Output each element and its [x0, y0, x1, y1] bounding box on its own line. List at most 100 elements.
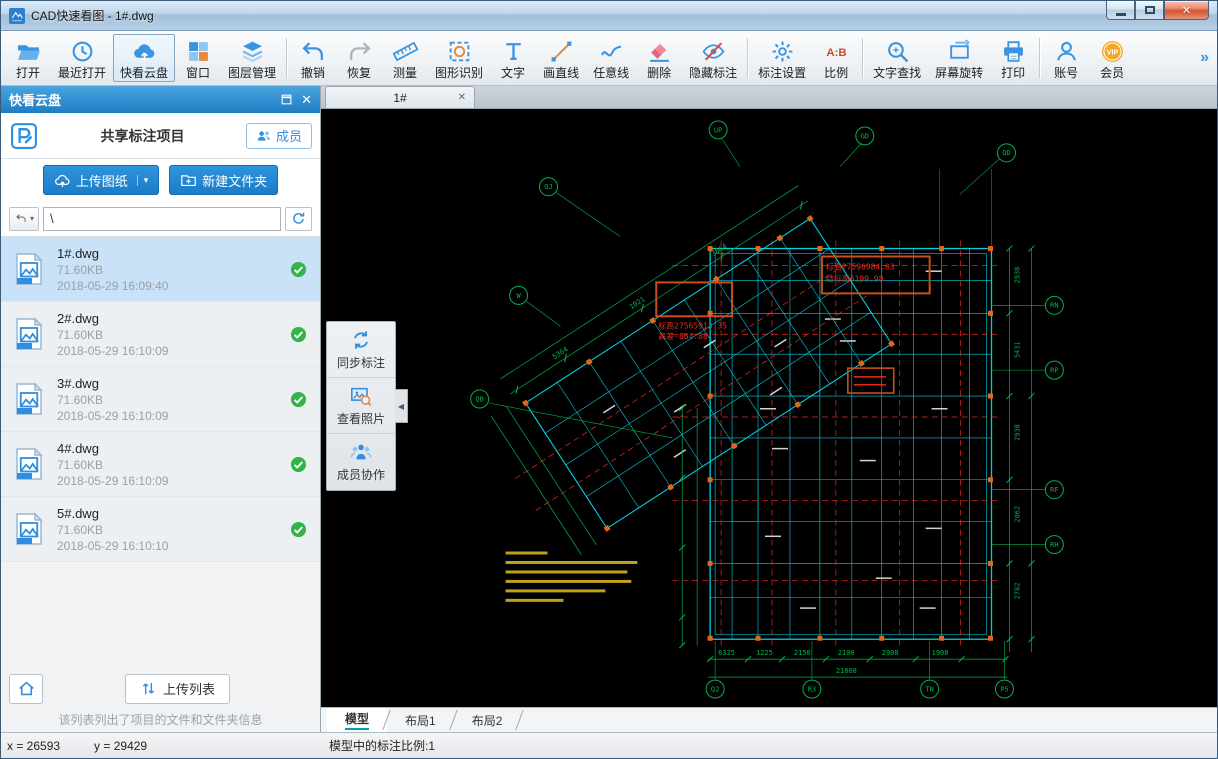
file-item[interactable]: 2#.dwg71.60KB2018-05-29 16:10:09	[1, 302, 320, 367]
drawing-canvas[interactable]: 53641021366429385431293820622782RNRPRFRH…	[321, 109, 1217, 707]
members-button[interactable]: 成员	[246, 123, 312, 149]
file-item[interactable]: 3#.dwg71.60KB2018-05-29 16:10:09	[1, 367, 320, 432]
svg-text:2782: 2782	[1013, 583, 1021, 600]
float-panel-collapse-button[interactable]: ◀	[395, 389, 408, 423]
dwg-file-icon	[11, 446, 47, 482]
toolbar-search-button[interactable]: 文字查找	[866, 34, 928, 82]
svg-text:5431: 5431	[1013, 341, 1021, 358]
file-item[interactable]: 4#.dwg71.60KB2018-05-29 16:10:09	[1, 432, 320, 497]
toolbar-window-button[interactable]: 窗口	[175, 34, 221, 82]
file-info: 5#.dwg71.60KB2018-05-29 16:10:10	[57, 506, 289, 553]
project-title: 共享标注项目	[39, 126, 246, 146]
project-row: 共享标注项目 成员	[1, 113, 320, 159]
upload-list-icon	[140, 680, 157, 697]
cloud-panel-title: 快看云盘	[9, 90, 61, 109]
svg-text:QD: QD	[1002, 149, 1010, 157]
float-photo-button[interactable]: 查看照片	[327, 378, 395, 434]
toolbar-freeline-button[interactable]: 任意线	[586, 34, 636, 82]
minimize-icon	[1116, 13, 1126, 16]
cad-drawing[interactable]: 53641021366429385431293820622782RNRPRFRH…	[321, 109, 1217, 707]
file-item[interactable]: 1#.dwg71.60KB2018-05-29 16:09:40	[1, 237, 320, 302]
toolbar-cloud-button[interactable]: 快看云盘	[113, 34, 175, 82]
toolbar-rotate-button[interactable]: 屏幕旋转	[928, 34, 990, 82]
file-list: 1#.dwg71.60KB2018-05-29 16:09:40 2#.dwg71…	[1, 237, 320, 562]
float-collab-button[interactable]: 成员协作	[327, 434, 395, 490]
doc-tab-1[interactable]: 1# ✕	[325, 86, 475, 108]
toolbar-layers-button[interactable]: 图层管理	[221, 34, 283, 82]
toolbar-undo-button[interactable]: 撤销	[290, 34, 336, 82]
toolbar-measure-button[interactable]: 测量	[382, 34, 428, 82]
file-info: 2#.dwg71.60KB2018-05-29 16:10:09	[57, 311, 289, 358]
svg-text:Q2: Q2	[711, 685, 719, 693]
panel-float-button[interactable]	[280, 93, 293, 106]
members-icon	[256, 128, 272, 144]
toolbar-print-button[interactable]: 打印	[990, 34, 1036, 82]
panel-close-button[interactable]: ✕	[301, 93, 312, 106]
path-input[interactable]	[43, 207, 281, 231]
svg-text:结标高6199.98: 结标高6199.98	[826, 273, 884, 283]
toolbar-label: 文字查找	[873, 67, 921, 79]
content: 快看云盘 ✕ 共享标注项目 成员 上传图纸 ▾	[1, 86, 1217, 732]
file-info: 1#.dwg71.60KB2018-05-29 16:09:40	[57, 246, 289, 293]
file-size: 71.60KB	[57, 458, 289, 472]
svg-text:2100: 2100	[838, 649, 855, 657]
file-size: 71.60KB	[57, 393, 289, 407]
float-item-label: 成员协作	[337, 466, 385, 483]
toolbar-account-button[interactable]: 账号	[1043, 34, 1089, 82]
path-row: ▾	[1, 201, 320, 237]
toolbar-erase-button[interactable]: 删除	[636, 34, 682, 82]
account-icon	[1054, 38, 1079, 64]
back-button[interactable]: ▾	[9, 207, 39, 231]
float-item-label: 同步标注	[337, 354, 385, 371]
new-folder-button[interactable]: 新建文件夹	[169, 165, 278, 195]
toolbar-recent-button[interactable]: 最近打开	[51, 34, 113, 82]
svg-text:1021: 1021	[628, 295, 646, 311]
toolbar-label: 会员	[1100, 67, 1124, 79]
file-item[interactable]: 5#.dwg71.60KB2018-05-29 16:10:10	[1, 497, 320, 562]
upload-drawing-button[interactable]: 上传图纸 ▾	[43, 165, 160, 195]
file-size: 71.60KB	[57, 328, 289, 342]
undo-icon	[301, 38, 326, 64]
doc-tab-close-icon[interactable]: ✕	[458, 92, 466, 103]
minimize-button[interactable]	[1106, 1, 1135, 20]
svg-text:RP: RP	[1050, 367, 1058, 375]
upload-list-button[interactable]: 上传列表	[125, 674, 230, 704]
refresh-button[interactable]	[285, 207, 312, 231]
layout-tab-layout1[interactable]: 布局1	[387, 708, 454, 732]
toolbar-label: 图形识别	[435, 67, 483, 79]
document-tabbar: 1# ✕	[321, 86, 1217, 109]
float-sync-button[interactable]: 同步标注	[327, 322, 395, 378]
file-list-hint: 该列表列出了项目的文件和文件夹信息	[1, 710, 320, 732]
toolbar-label: 文字	[501, 67, 525, 79]
upload-dropdown-caret[interactable]: ▾	[137, 175, 149, 186]
svg-text:VIP: VIP	[1106, 47, 1118, 56]
toolbar-more-button[interactable]: »	[1196, 49, 1213, 67]
close-button[interactable]: ✕	[1164, 1, 1209, 20]
layout-tab-layout2[interactable]: 布局2	[454, 708, 521, 732]
toolbar-text-button[interactable]: 文字	[490, 34, 536, 82]
cloud-upload-icon	[54, 172, 71, 189]
svg-text:2938: 2938	[1013, 267, 1021, 284]
home-button[interactable]	[9, 674, 43, 704]
toolbar-label: 快看云盘	[120, 67, 168, 79]
toolbar-redo-button[interactable]: 恢复	[336, 34, 382, 82]
recent-icon	[70, 38, 95, 64]
toolbar-scale-button[interactable]: A:B比例	[813, 34, 859, 82]
search-icon	[885, 38, 910, 64]
dwg-file-icon	[11, 381, 47, 417]
toolbar-hide-button[interactable]: 隐藏标注	[682, 34, 744, 82]
toolbar-label: 任意线	[593, 67, 629, 79]
toolbar-shape-button[interactable]: 图形识别	[428, 34, 490, 82]
toolbar-separator	[286, 38, 287, 78]
toolbar-annset-button[interactable]: 标注设置	[751, 34, 813, 82]
sidebar-actions: 上传图纸 ▾ 新建文件夹	[1, 159, 320, 201]
svg-text:W: W	[516, 292, 521, 300]
layout-tab-model[interactable]: 模型	[327, 708, 387, 732]
toolbar-open-button[interactable]: 打开	[5, 34, 51, 82]
maximize-button[interactable]	[1135, 1, 1164, 20]
toolbar-label: 测量	[393, 67, 417, 79]
toolbar-vip-button[interactable]: VIP 会员	[1089, 34, 1135, 82]
file-date: 2018-05-29 16:10:10	[57, 539, 289, 553]
toolbar-line-button[interactable]: 画直线	[536, 34, 586, 82]
file-date: 2018-05-29 16:10:09	[57, 474, 289, 488]
